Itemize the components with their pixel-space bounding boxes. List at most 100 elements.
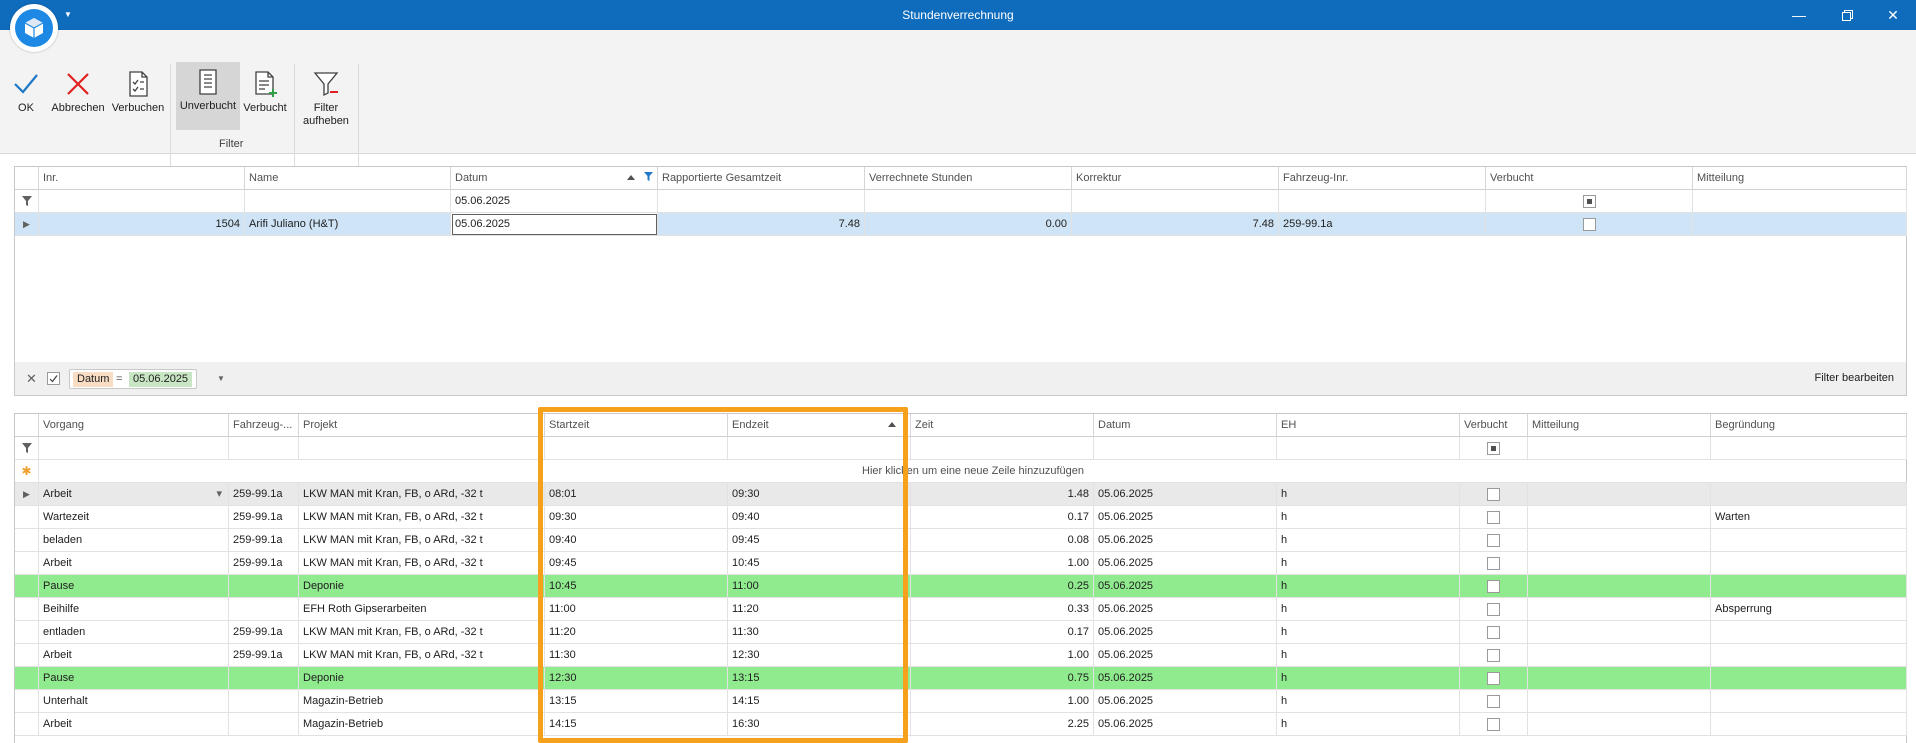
filter-field[interactable]: Datum bbox=[73, 372, 114, 387]
col-header-vorgang[interactable]: Vorgang bbox=[39, 414, 229, 437]
col-header-verbucht[interactable]: Verbucht bbox=[1460, 414, 1528, 437]
cell-endzeit[interactable]: 12:30 bbox=[728, 644, 911, 667]
col-header-fahrzeug-inr[interactable]: Fahrzeug-Inr. bbox=[1279, 167, 1486, 190]
table-row[interactable]: entladen 259-99.1a LKW MAN mit Kran, FB, o… bbox=[15, 621, 1907, 644]
cell-begruendung[interactable] bbox=[1711, 713, 1907, 736]
cell-begruendung[interactable]: Warten bbox=[1711, 506, 1907, 529]
cell-fahrzeug[interactable] bbox=[229, 713, 299, 736]
cell-endzeit[interactable]: 10:45 bbox=[728, 552, 911, 575]
remove-filter-button[interactable]: Filter aufheben bbox=[300, 64, 352, 150]
table-row[interactable]: Pause Deponie 10:45 11:00 0.25 05.06.2025 h bbox=[15, 575, 1907, 598]
checkbox[interactable] bbox=[1487, 625, 1500, 639]
col-header-projekt[interactable]: Projekt bbox=[299, 414, 545, 437]
filter-cell-verrechnet[interactable] bbox=[865, 190, 1072, 213]
cell-fahrzeug[interactable]: 259-99.1a bbox=[229, 483, 299, 506]
cell-endzeit[interactable]: 14:15 bbox=[728, 690, 911, 713]
filter-cell-korrektur[interactable] bbox=[1072, 190, 1279, 213]
filter-cell-projekt[interactable] bbox=[299, 437, 545, 460]
checkbox[interactable] bbox=[1487, 648, 1500, 662]
cell-eh[interactable]: h bbox=[1277, 575, 1460, 598]
cell-mitteilung[interactable] bbox=[1528, 506, 1711, 529]
filter-cell-inr[interactable] bbox=[39, 190, 245, 213]
cell-begruendung[interactable]: Absperrung bbox=[1711, 598, 1907, 621]
cell-endzeit[interactable]: 16:30 bbox=[728, 713, 911, 736]
cell-datum[interactable]: 05.06.2025 bbox=[1094, 483, 1277, 506]
cell-vorgang[interactable]: Arbeit bbox=[39, 644, 229, 667]
cell-vorgang[interactable]: Arbeit bbox=[39, 713, 229, 736]
table-row[interactable]: Beihilfe EFH Roth Gipserarbeiten 11:00 11:2… bbox=[15, 598, 1907, 621]
cell-verbucht[interactable] bbox=[1460, 598, 1528, 621]
cell-zeit[interactable]: 2.25 bbox=[911, 713, 1094, 736]
cell-verrechnet[interactable]: 0.00 bbox=[865, 213, 1072, 236]
filter-cell-name[interactable] bbox=[245, 190, 451, 213]
cell-korrektur[interactable]: 7.48 bbox=[1072, 213, 1279, 236]
filter-cell-eh[interactable] bbox=[1277, 437, 1460, 460]
cell-fahrzeug[interactable]: 259-99.1a bbox=[229, 644, 299, 667]
cell-startzeit[interactable]: 08:01 bbox=[545, 483, 728, 506]
col-header-datum[interactable]: Datum bbox=[1094, 414, 1277, 437]
cell-endzeit[interactable]: 09:30 bbox=[728, 483, 911, 506]
cell-begruendung[interactable] bbox=[1711, 644, 1907, 667]
filter-cell-mitteilung[interactable] bbox=[1528, 437, 1711, 460]
cell-inr[interactable]: 1504 bbox=[39, 213, 245, 236]
cell-zeit[interactable]: 1.00 bbox=[911, 690, 1094, 713]
col-header-verbucht[interactable]: Verbucht bbox=[1486, 167, 1693, 190]
cell-gesamtzeit[interactable]: 7.48 bbox=[658, 213, 865, 236]
cell-vorgang[interactable]: Pause bbox=[39, 575, 229, 598]
cell-zeit[interactable]: 1.00 bbox=[911, 644, 1094, 667]
cell-fahrzeug[interactable]: 259-99.1a bbox=[229, 506, 299, 529]
cell-startzeit[interactable]: 09:45 bbox=[545, 552, 728, 575]
cell-endzeit[interactable]: 09:45 bbox=[728, 529, 911, 552]
cell-datum[interactable]: 05.06.2025 bbox=[1094, 506, 1277, 529]
cell-endzeit[interactable]: 13:15 bbox=[728, 667, 911, 690]
cell-fahrzeug[interactable]: 259-99.1a bbox=[1279, 213, 1486, 236]
cell-begruendung[interactable] bbox=[1711, 690, 1907, 713]
cell-datum[interactable]: 05.06.2025 bbox=[1094, 621, 1277, 644]
cell-datum[interactable]: 05.06.2025 bbox=[1094, 598, 1277, 621]
cell-projekt[interactable]: Deponie bbox=[299, 667, 545, 690]
cancel-button[interactable]: Abbrechen bbox=[48, 64, 108, 150]
cell-endzeit[interactable]: 11:20 bbox=[728, 598, 911, 621]
filter-enabled-checkbox[interactable] bbox=[47, 372, 60, 385]
cell-begruendung[interactable] bbox=[1711, 667, 1907, 690]
checkbox[interactable] bbox=[1487, 717, 1500, 731]
cell-projekt[interactable]: Magazin-Betrieb bbox=[299, 713, 545, 736]
table-row[interactable]: ▶ 1504 Arifi Juliano (H&T) 05.06.2025 7.… bbox=[15, 213, 1907, 236]
cell-startzeit[interactable]: 14:15 bbox=[545, 713, 728, 736]
cell-mitteilung[interactable] bbox=[1693, 213, 1907, 236]
cell-fahrzeug[interactable] bbox=[229, 598, 299, 621]
cell-startzeit[interactable]: 09:30 bbox=[545, 506, 728, 529]
cell-fahrzeug[interactable] bbox=[229, 575, 299, 598]
checkbox[interactable] bbox=[1487, 602, 1500, 616]
cell-endzeit[interactable]: 11:00 bbox=[728, 575, 911, 598]
booked-toggle-button[interactable]: Verbucht bbox=[242, 64, 288, 150]
close-button[interactable]: ✕ bbox=[1870, 0, 1916, 30]
cell-eh[interactable]: h bbox=[1277, 690, 1460, 713]
cell-vorgang[interactable]: Arbeit bbox=[39, 552, 229, 575]
cell-eh[interactable]: h bbox=[1277, 667, 1460, 690]
cell-mitteilung[interactable] bbox=[1528, 575, 1711, 598]
cell-name[interactable]: Arifi Juliano (H&T) bbox=[245, 213, 451, 236]
cell-projekt[interactable]: Deponie bbox=[299, 575, 545, 598]
checkbox[interactable] bbox=[1487, 510, 1500, 524]
cell-verbucht[interactable] bbox=[1460, 575, 1528, 598]
filter-operator[interactable]: = bbox=[116, 372, 122, 387]
cell-startzeit[interactable]: 13:15 bbox=[545, 690, 728, 713]
cell-projekt[interactable]: LKW MAN mit Kran, FB, o ARd, -32 t bbox=[299, 552, 545, 575]
cell-projekt[interactable]: LKW MAN mit Kran, FB, o ARd, -32 t bbox=[299, 506, 545, 529]
cell-datum[interactable]: 05.06.2025 bbox=[1094, 529, 1277, 552]
cell-projekt[interactable]: EFH Roth Gipserarbeiten bbox=[299, 598, 545, 621]
minimize-button[interactable]: — bbox=[1776, 0, 1822, 30]
cell-datum[interactable]: 05.06.2025 bbox=[1094, 667, 1277, 690]
cell-vorgang[interactable]: beladen bbox=[39, 529, 229, 552]
filter-cell-fahrzeug[interactable] bbox=[1279, 190, 1486, 213]
cell-verbucht[interactable] bbox=[1460, 552, 1528, 575]
cell-eh[interactable]: h bbox=[1277, 483, 1460, 506]
cell-zeit[interactable]: 0.75 bbox=[911, 667, 1094, 690]
cell-eh[interactable]: h bbox=[1277, 552, 1460, 575]
col-header-name[interactable]: Name bbox=[245, 167, 451, 190]
cell-fahrzeug[interactable]: 259-99.1a bbox=[229, 552, 299, 575]
filter-cell-verbucht[interactable] bbox=[1460, 437, 1528, 460]
cell-datum[interactable]: 05.06.2025 bbox=[1094, 644, 1277, 667]
checkbox[interactable] bbox=[1487, 533, 1500, 547]
